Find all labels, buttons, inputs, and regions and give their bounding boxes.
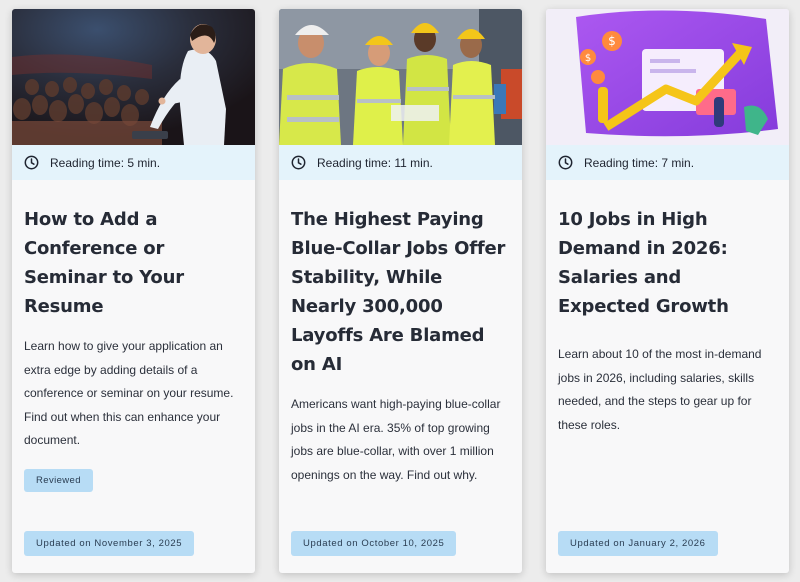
article-description: Learn about 10 of the most in-demand job… — [558, 347, 762, 432]
reading-time-label: Reading time: 7 min. — [584, 155, 695, 170]
article-grid: Reading time: 5 min. How to Add a Confer… — [0, 0, 800, 582]
reading-time-bar: Reading time: 5 min. — [12, 145, 255, 180]
article-card[interactable]: Reading time: 11 min. The Highest Paying… — [279, 9, 522, 573]
article-thumbnail-growth[interactable]: $ $ — [546, 9, 789, 145]
article-card[interactable]: $ $ Reading time: 7 min. 10 Jobs in High… — [546, 9, 789, 573]
article-description: Learn how to give your application an ex… — [24, 339, 234, 447]
article-card[interactable]: Reading time: 5 min. How to Add a Confer… — [12, 9, 255, 573]
updated-date-badge: Updated on January 2, 2026 — [558, 531, 718, 556]
article-title[interactable]: 10 Jobs in High Demand in 2026: Salaries… — [558, 205, 777, 321]
svg-text:$: $ — [585, 53, 591, 64]
article-description: Americans want high-paying blue-collar j… — [291, 397, 501, 482]
updated-date-badge: Updated on November 3, 2025 — [24, 531, 195, 556]
article-thumbnail-conference[interactable] — [12, 9, 255, 145]
article-thumbnail-workers[interactable] — [279, 9, 522, 145]
article-title[interactable]: How to Add a Conference or Seminar to Yo… — [24, 205, 243, 321]
updated-date-badge: Updated on October 10, 2025 — [291, 531, 457, 556]
reading-time-bar: Reading time: 7 min. — [546, 145, 789, 180]
reviewed-badge: Reviewed — [24, 468, 93, 492]
svg-text:$: $ — [608, 34, 616, 48]
reading-time-bar: Reading time: 11 min. — [279, 145, 522, 180]
article-title[interactable]: The Highest Paying Blue-Collar Jobs Offe… — [291, 205, 510, 379]
reading-time-label: Reading time: 11 min. — [317, 155, 433, 170]
clock-icon — [558, 155, 573, 170]
reading-time-label: Reading time: 5 min. — [50, 155, 161, 170]
clock-icon — [291, 155, 306, 170]
clock-icon — [24, 155, 39, 170]
